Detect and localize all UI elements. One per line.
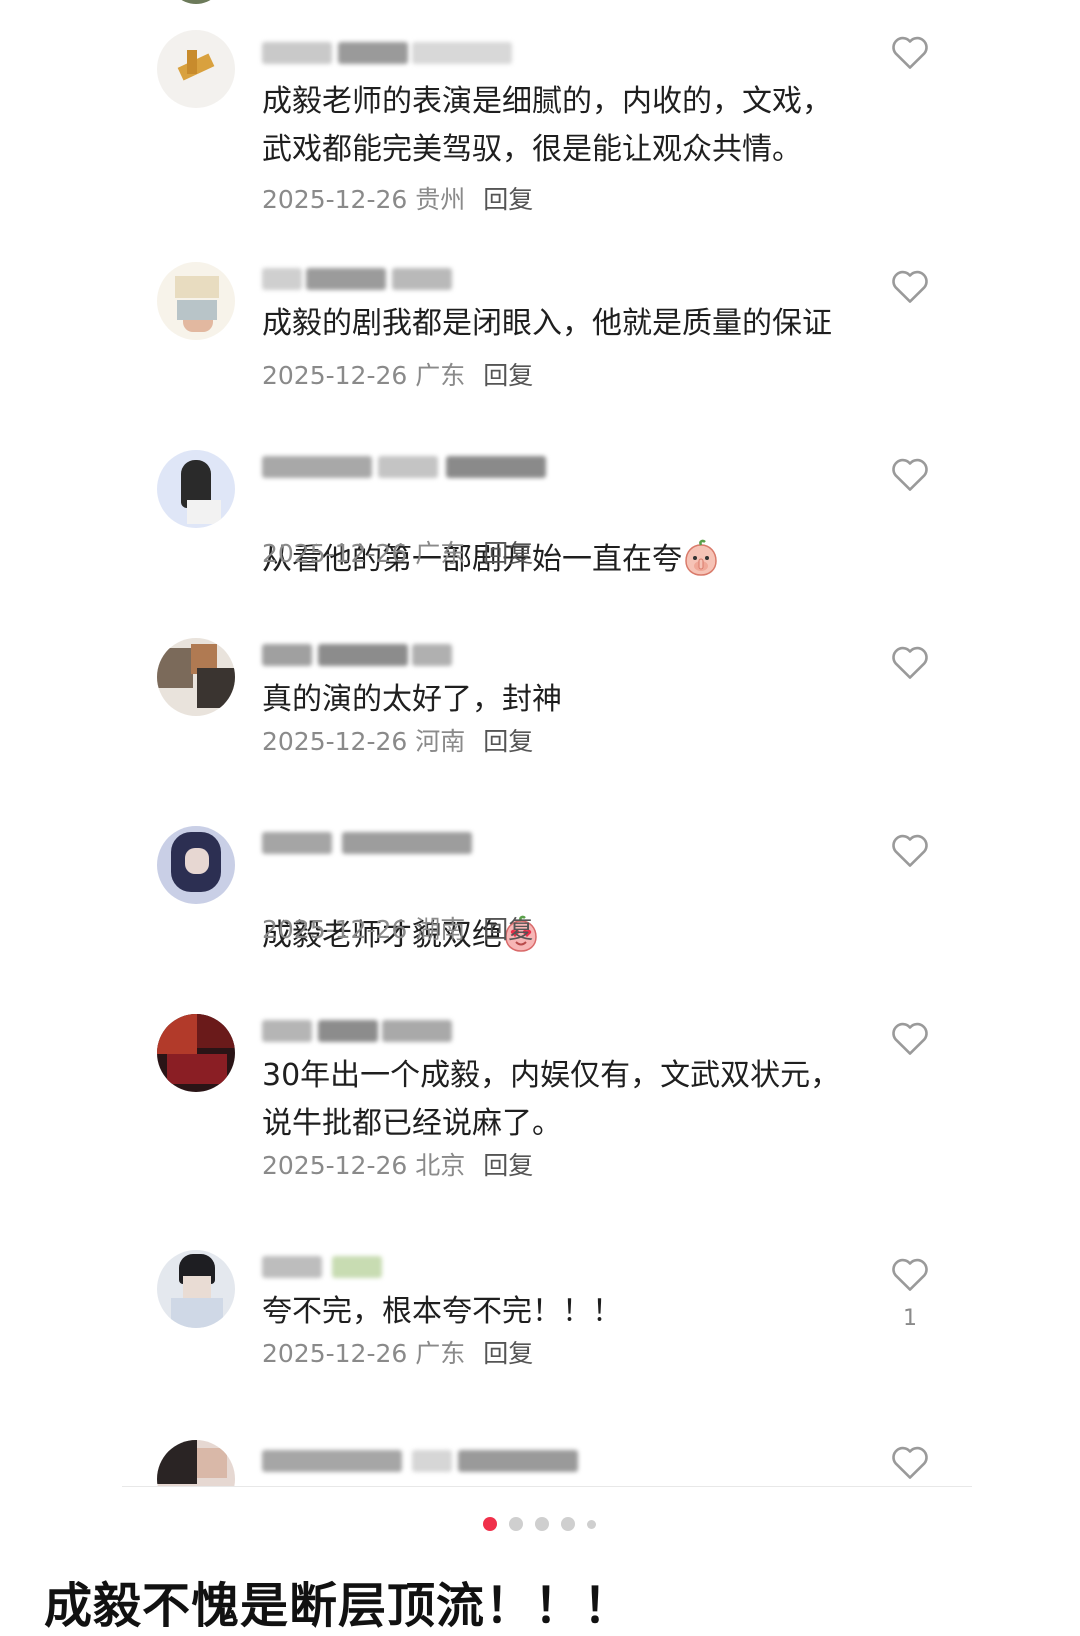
like-button[interactable] [890, 1020, 930, 1060]
comment-region: 湖南 [415, 915, 466, 944]
like-button[interactable] [890, 34, 930, 74]
comment-date: 2025-12-26 [262, 1151, 408, 1180]
comment-date: 2025-12-26 [262, 185, 408, 214]
page-dot[interactable] [561, 1517, 575, 1531]
avatar-clip [157, 1440, 235, 1486]
pagination-dots [483, 1517, 596, 1531]
reply-button[interactable]: 回复 [483, 1151, 533, 1180]
heart-outline-icon [892, 834, 928, 867]
comment-meta: 2025-12-26 广东 回复 [262, 356, 533, 392]
avatar[interactable] [157, 450, 235, 528]
covering-mouth-peach-emoji [682, 539, 720, 577]
avatar[interactable] [157, 30, 235, 108]
comment-date: 2025-12-26 [262, 915, 408, 944]
heart-outline-icon [892, 646, 928, 679]
username-blurred[interactable] [262, 1016, 522, 1046]
comment-region: 河南 [415, 727, 466, 756]
comment-region: 北京 [415, 1151, 466, 1180]
comment-meta: 2025-12-26 湖南 回复 [262, 910, 533, 946]
reply-button[interactable]: 回复 [483, 1339, 533, 1368]
comment-date: 2025-12-26 [262, 539, 408, 568]
like-button[interactable] [890, 644, 930, 684]
reply-button[interactable]: 回复 [483, 185, 533, 214]
comment-text: 成毅的剧我都是闭眼入，他就是质量的保证 [262, 306, 832, 341]
heart-outline-icon [892, 270, 928, 303]
heart-outline-icon [892, 1258, 928, 1291]
username-blurred[interactable] [262, 1252, 522, 1282]
comment-region: 广东 [415, 361, 466, 390]
comment-date: 2025-12-26 [262, 727, 408, 756]
reply-button[interactable]: 回复 [483, 727, 533, 756]
comment-text: 夸不完，根本夸不完！！！ [262, 1294, 622, 1329]
comment-region: 广东 [415, 539, 466, 568]
comment-date: 2025-12-26 [262, 1339, 408, 1368]
avatar[interactable] [157, 826, 235, 904]
heart-outline-icon [892, 458, 928, 491]
like-button[interactable] [890, 1256, 930, 1296]
like-button[interactable] [890, 268, 930, 308]
heart-outline-icon [892, 1446, 928, 1479]
username-blurred[interactable] [262, 640, 522, 670]
avatar[interactable] [157, 262, 235, 340]
page-dot[interactable] [509, 1517, 523, 1531]
comment-region: 贵州 [415, 185, 466, 214]
avatar[interactable] [157, 638, 235, 716]
like-button[interactable] [890, 1444, 930, 1484]
username-blurred[interactable] [262, 828, 522, 858]
page-dot[interactable] [535, 1517, 549, 1531]
username-blurred[interactable] [262, 1446, 622, 1476]
like-button[interactable] [890, 832, 930, 872]
avatar[interactable] [157, 1250, 235, 1328]
username-blurred[interactable] [262, 264, 522, 294]
comment-region: 广东 [415, 1339, 466, 1368]
comment-meta: 2025-12-26 广东 回复 [262, 534, 533, 570]
divider [122, 1486, 972, 1487]
username-blurred[interactable] [262, 38, 522, 68]
comment-date: 2025-12-26 [262, 361, 408, 390]
reply-button[interactable]: 回复 [483, 539, 533, 568]
comment-text: 真的演的太好了，封神 [262, 682, 562, 717]
comment-meta: 2025-12-26 河南 回复 [262, 722, 533, 758]
comment-meta: 2025-12-26 广东 回复 [262, 1334, 533, 1370]
reply-button[interactable]: 回复 [483, 915, 533, 944]
username-blurred[interactable] [262, 452, 546, 482]
comment-meta: 2025-12-26 北京 回复 [262, 1146, 533, 1182]
post-caption: 成毅不愧是断层顶流！！！ [44, 1578, 633, 1634]
like-count: 1 [903, 1306, 917, 1331]
heart-outline-icon [892, 1022, 928, 1055]
comment-text: 成毅老师的表演是细腻的，内收的，文戏， 武戏都能完美驾驭，很是能让观众共情。 [262, 84, 832, 167]
heart-outline-icon [892, 36, 928, 69]
page-dot[interactable] [587, 1519, 596, 1529]
comment-meta: 2025-12-26 贵州 回复 [262, 180, 533, 216]
avatar[interactable] [157, 1440, 235, 1486]
like-button[interactable] [890, 456, 930, 496]
reply-button[interactable]: 回复 [483, 361, 533, 390]
avatar-partial[interactable] [168, 0, 224, 4]
comment-text: 30年出一个成毅，内娱仅有，文武双状元， 说牛批都已经说麻了。 [262, 1058, 841, 1141]
avatar[interactable] [157, 1014, 235, 1092]
page-dot-active[interactable] [483, 1517, 497, 1531]
